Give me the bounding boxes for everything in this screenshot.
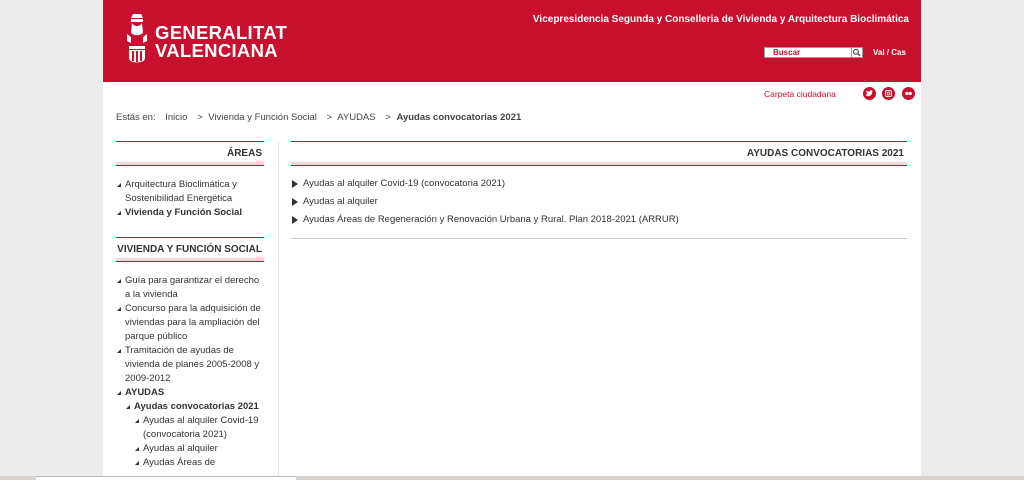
areas-title: ÁREAS: [116, 141, 264, 166]
column-divider: [278, 142, 279, 480]
page-title: AYUDAS CONVOCATORIAS 2021: [291, 141, 907, 166]
areas-list: Arquitectura Bioclimática y Sostenibilid…: [116, 178, 264, 220]
breadcrumb-separator: >: [326, 112, 333, 123]
flickr-icon[interactable]: [901, 87, 915, 100]
main-content: AYUDAS CONVOCATORIAS 2021 Ayudas al alqu…: [291, 141, 907, 239]
sidebar-item-tramitacion[interactable]: Tramitación de ayudas de vivienda de pla…: [116, 344, 264, 386]
section-title: VIVIENDA Y FUNCIÓN SOCIAL: [116, 237, 264, 262]
section-list: Guía para garantizar el derecho a la viv…: [116, 274, 264, 470]
social-links: [863, 87, 917, 101]
sidebar-item-alquiler-covid[interactable]: Ayudas al alquiler Covid-19 (convocatori…: [116, 414, 264, 442]
twitter-icon[interactable]: [863, 87, 876, 100]
instagram-icon[interactable]: [882, 87, 896, 100]
link-alquiler-covid[interactable]: Ayudas al alquiler Covid-19 (convocatori…: [291, 175, 907, 193]
sidebar-item-areas-regeneracion[interactable]: Ayudas Áreas de: [116, 456, 264, 470]
content-links: Ayudas al alquiler Covid-19 (convocatori…: [291, 175, 907, 239]
breadcrumb-vivienda[interactable]: Vivienda y Función Social: [208, 112, 317, 123]
breadcrumb-prefix: Estás en:: [116, 112, 156, 123]
sidebar: ÁREAS Arquitectura Bioclimática y Sosten…: [116, 140, 264, 470]
logo-text[interactable]: GENERALITAT VALENCIANA: [155, 23, 287, 61]
sidebar-item-vivienda[interactable]: Vivienda y Función Social: [116, 206, 264, 220]
search-icon: [853, 48, 861, 57]
page-container: GENERALITAT VALENCIANA Vicepresidencia S…: [103, 0, 921, 480]
horizontal-scrollbar[interactable]: [36, 476, 296, 480]
logo-line-2: VALENCIANA: [155, 40, 278, 61]
search-input[interactable]: Buscar: [764, 47, 862, 58]
language-switch[interactable]: Val / Cas: [873, 48, 906, 57]
sidebar-item-ayudas[interactable]: AYUDAS: [116, 386, 264, 400]
generalitat-logo-icon[interactable]: [123, 12, 151, 70]
sidebar-item-convocatorias-2021[interactable]: Ayudas convocatorias 2021: [116, 400, 264, 414]
breadcrumb-separator: >: [197, 112, 203, 123]
link-alquiler[interactable]: Ayudas al alquiler: [291, 193, 907, 211]
link-arrur[interactable]: Ayudas Áreas de Regeneración y Renovació…: [291, 211, 907, 229]
sidebar-item-arquitectura[interactable]: Arquitectura Bioclimática y Sostenibilid…: [116, 178, 264, 206]
breadcrumb-separator: >: [385, 112, 391, 123]
department-title[interactable]: Vicepresidencia Segunda y Conselleria de…: [533, 14, 909, 25]
breadcrumb-current: Ayudas convocatorias 2021: [396, 112, 522, 123]
site-header: GENERALITAT VALENCIANA Vicepresidencia S…: [103, 0, 921, 82]
breadcrumb: Estás en: Inicio > Vivienda y Función So…: [116, 112, 528, 123]
bottom-strip: [0, 476, 1024, 480]
sidebar-item-concurso[interactable]: Concurso para la adquisición de vivienda…: [116, 302, 264, 344]
sidebar-item-alquiler[interactable]: Ayudas al alquiler: [116, 442, 264, 456]
breadcrumb-ayudas[interactable]: AYUDAS: [337, 112, 375, 123]
breadcrumb-inicio[interactable]: Inicio: [165, 112, 187, 123]
sidebar-item-guia[interactable]: Guía para garantizar el derecho a la viv…: [116, 274, 264, 302]
carpeta-ciudadana-link[interactable]: Carpeta ciudadana: [764, 89, 836, 99]
search-button[interactable]: [851, 47, 863, 58]
